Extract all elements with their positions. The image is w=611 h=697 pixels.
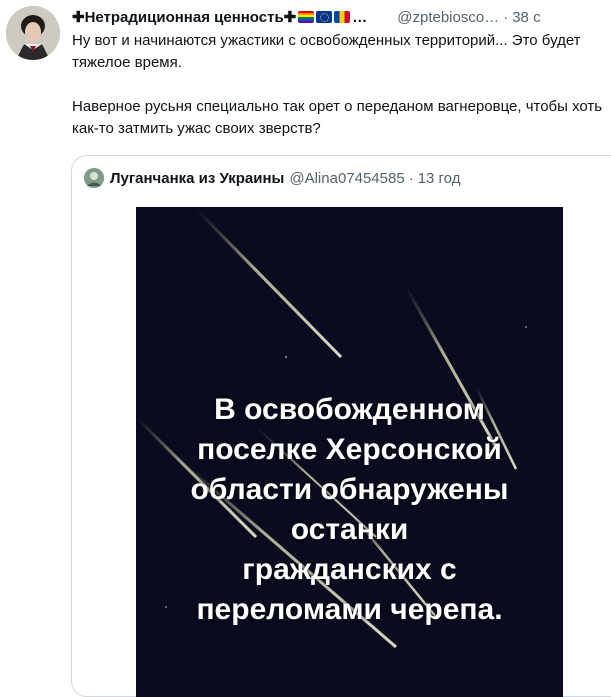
avatar-portrait [6,6,60,60]
quoted-tweet-image[interactable]: В освобожденном поселке Херсонской облас… [136,207,563,697]
tweet-paragraph: Ну вот и начинаются ужастики с освобожде… [72,32,581,71]
quoted-author-avatar [84,168,104,188]
caption-line: В освобожденном [214,393,485,426]
flag-emojis [298,11,351,23]
caption-line: останки [290,513,409,546]
caption-line: переломами черепа. [196,593,503,626]
quoted-author-name: Луганчанка из Украины [110,169,285,187]
image-caption: В освобожденном поселке Херсонской облас… [136,390,563,630]
rainbow-flag-icon [298,11,315,23]
quoted-avatar-image [84,168,104,188]
quoted-tweet-header: Луганчанка из Украины @Alina07454585 · 1… [84,168,460,188]
separator-dot: · [408,169,414,187]
tweet-paragraph: Наверное русьня специально так орет о пе… [72,98,603,137]
author-handle[interactable]: @zptebiosco… [397,9,499,26]
tweet-text: Ну вот и начинаются ужастики с освобожде… [72,30,607,140]
caption-line: гражданских с [242,553,457,586]
quoted-tweet-timestamp: 13 год [417,169,461,187]
moldova-flag-icon [334,11,351,23]
meteor-streak [194,207,343,359]
tweet-header: ✚Нетрадиционная ценность✚ … @zptebiosco…… [72,6,603,28]
separator-dot: · [503,8,509,26]
caption-line: области обнаружены [190,473,509,506]
author-name[interactable]: ✚Нетрадиционная ценность✚ [72,8,296,26]
author-avatar[interactable] [6,6,60,60]
caption-line: поселке Херсонской [197,433,502,466]
name-truncation: … [352,8,368,26]
quoted-tweet-card[interactable]: Луганчанка из Украины @Alina07454585 · 1… [71,155,611,697]
quoted-author-handle: @Alina07454585 [289,169,405,187]
eu-flag-icon [316,11,333,23]
tweet-timestamp[interactable]: 38 с [512,9,540,26]
